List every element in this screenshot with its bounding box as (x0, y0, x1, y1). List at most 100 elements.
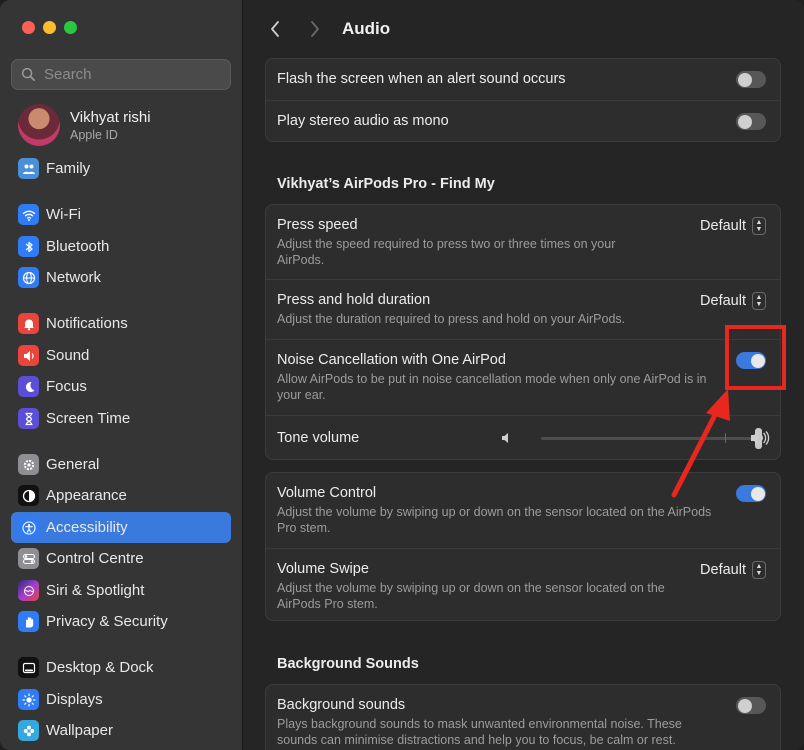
airpods-section-title: Vikhyat’s AirPods Pro - Find My (277, 176, 495, 192)
noise-cancellation-label: Noise Cancellation with One AirPod (277, 352, 506, 368)
wifi-icon (18, 204, 39, 225)
background-sounds-toggle[interactable] (736, 697, 766, 714)
sidebar-item-label: Family (46, 160, 91, 177)
sidebar-item-label: Bluetooth (46, 238, 110, 255)
speaker-low-icon (502, 433, 508, 443)
moon-icon (18, 376, 39, 397)
sidebar-item-label: Control Centre (46, 550, 144, 567)
settings-window: Vikhyat rishi Apple ID Family Wi-Fi Blue… (0, 0, 804, 750)
noise-cancellation-description: Allow AirPods to be put in noise cancell… (277, 372, 707, 402)
dock-icon (18, 657, 39, 678)
sidebar-item-network[interactable]: Network (11, 262, 231, 293)
sidebar-item-appearance[interactable]: Appearance (11, 480, 231, 511)
flash-screen-label: Flash the screen when an alert sound occ… (277, 71, 566, 87)
close-window-button[interactable] (22, 21, 35, 34)
mono-audio-row: Play stereo audio as mono (266, 101, 780, 142)
speaker-high-icon (751, 431, 770, 445)
window-controls (22, 21, 77, 34)
up-down-chevron-icon: ▲ ▼ (752, 217, 766, 235)
up-down-chevron-icon: ▲ ▼ (752, 561, 766, 579)
globe-icon (18, 267, 39, 288)
sidebar-item-sound[interactable]: Sound (11, 340, 231, 371)
press-hold-value: Default (700, 293, 746, 309)
search-input[interactable] (42, 65, 216, 84)
sidebar-item-screen-time[interactable]: Screen Time (11, 403, 231, 434)
chevron-left-icon (271, 21, 279, 37)
volume-swipe-description: Adjust the volume by swiping up or down … (277, 581, 665, 611)
flower-icon (18, 720, 39, 741)
volume-control-label: Volume Control (277, 485, 377, 501)
press-hold-row: Press and hold duration Adjust the durat… (266, 280, 780, 340)
press-speed-value: Default (700, 218, 746, 234)
sidebar-item-label: Focus (46, 378, 87, 395)
sidebar-item-accessibility[interactable]: Accessibility (11, 512, 231, 543)
press-hold-select[interactable]: Default ▲ ▼ (700, 292, 766, 310)
appearance-icon (18, 485, 39, 506)
minimize-window-button[interactable] (43, 21, 56, 34)
up-down-chevron-icon: ▲ ▼ (752, 292, 766, 310)
background-sounds-section-title: Background Sounds (277, 656, 419, 672)
search-field[interactable] (11, 59, 231, 90)
sidebar-item-family[interactable]: Family (11, 153, 231, 184)
flash-screen-row: Flash the screen when an alert sound occ… (266, 59, 780, 101)
sidebar-item-label: General (46, 456, 100, 473)
sidebar-item-focus[interactable]: Focus (11, 371, 231, 402)
press-speed-select[interactable]: Default ▲ ▼ (700, 217, 766, 235)
background-sounds-description: Plays background sounds to mask unwanted… (277, 717, 682, 747)
volume-swipe-select[interactable]: Default ▲ ▼ (700, 561, 766, 579)
volume-swipe-row: Volume Swipe Adjust the volume by swipin… (266, 549, 780, 622)
press-hold-description: Adjust the duration required to press an… (277, 312, 626, 326)
sun-icon (18, 689, 39, 710)
volume-swipe-label: Volume Swipe (277, 561, 369, 577)
back-button[interactable] (265, 18, 285, 40)
sidebar-item-wifi[interactable]: Wi-Fi (11, 199, 231, 230)
forward-button[interactable] (305, 18, 325, 40)
gear-icon (18, 454, 39, 475)
volume-swipe-value: Default (700, 562, 746, 578)
profile-name: Vikhyat rishi (70, 108, 151, 126)
background-sounds-group: Background sounds Plays background sound… (265, 684, 781, 750)
sidebar-item-label: Accessibility (46, 519, 128, 536)
press-hold-label: Press and hold duration (277, 292, 431, 308)
sidebar-item-label: Wallpaper (46, 722, 113, 739)
search-icon (21, 67, 35, 81)
flash-screen-toggle[interactable] (736, 71, 766, 88)
sidebar-item-label: Siri & Spotlight (46, 582, 145, 599)
sidebar-item-notifications[interactable]: Notifications (11, 308, 231, 339)
speaker-icon (18, 345, 39, 366)
mono-audio-label: Play stereo audio as mono (277, 113, 449, 129)
page-title: Audio (342, 19, 391, 38)
volume-control-toggle[interactable] (736, 485, 766, 502)
sidebar-item-wallpaper[interactable]: Wallpaper (11, 715, 231, 746)
sidebar-item-label: Sound (46, 347, 90, 364)
sidebar-item-label: Displays (46, 691, 103, 708)
background-sounds-row: Background sounds Plays background sound… (266, 685, 780, 750)
sidebar-item-label: Wi-Fi (46, 206, 81, 223)
apple-id-profile[interactable]: Vikhyat rishi Apple ID (18, 104, 151, 146)
bell-icon (18, 313, 39, 334)
sidebar-item-bluetooth[interactable]: Bluetooth (11, 231, 231, 262)
sidebar-item-siri-spotlight[interactable]: Siri & Spotlight (11, 575, 231, 606)
siri-icon (18, 580, 39, 601)
press-speed-description: Adjust the speed required to press two o… (277, 237, 616, 267)
bluetooth-icon (18, 236, 39, 257)
background-sounds-label: Background sounds (277, 697, 406, 713)
sidebar-item-displays[interactable]: Displays (11, 684, 231, 715)
sidebar-item-general[interactable]: General (11, 449, 231, 480)
sidebar-item-label: Screen Time (46, 410, 131, 427)
accessibility-icon (18, 517, 39, 538)
hourglass-icon (18, 408, 39, 429)
hand-icon (18, 611, 39, 632)
control-centre-icon (18, 548, 39, 569)
mono-audio-toggle[interactable] (736, 113, 766, 130)
annotation-arrow-icon (671, 389, 730, 498)
profile-subtitle: Apple ID (70, 127, 118, 142)
zoom-window-button[interactable] (64, 21, 77, 34)
alerts-group: Flash the screen when an alert sound occ… (265, 58, 781, 142)
sidebar-item-label: Desktop & Dock (46, 659, 154, 676)
sidebar-item-control-centre[interactable]: Control Centre (11, 543, 231, 574)
press-speed-row: Press speed Adjust the speed required to… (266, 205, 780, 280)
sidebar-item-privacy-security[interactable]: Privacy & Security (11, 606, 231, 637)
sidebar-item-desktop-dock[interactable]: Desktop & Dock (11, 652, 231, 683)
annotation-highlight-box (725, 325, 786, 390)
